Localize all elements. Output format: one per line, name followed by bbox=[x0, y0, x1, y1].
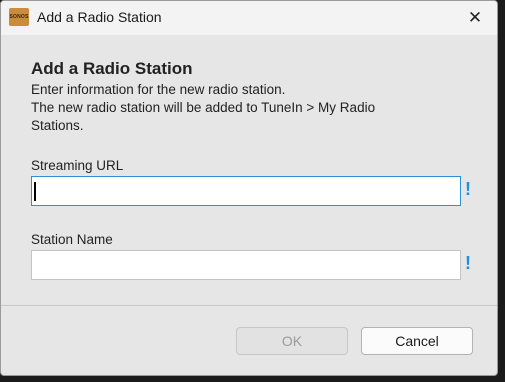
streaming-url-input[interactable] bbox=[31, 176, 461, 206]
description-line-1: Enter information for the new radio stat… bbox=[31, 82, 286, 97]
cancel-button[interactable]: Cancel bbox=[361, 327, 473, 355]
sonos-app-icon: SONOS bbox=[9, 8, 29, 26]
dialog-description: Enter information for the new radio stat… bbox=[31, 81, 471, 135]
required-exclamation-icon: ! bbox=[465, 253, 471, 273]
window-title: Add a Radio Station bbox=[37, 9, 162, 25]
station-name-label: Station Name bbox=[31, 232, 113, 247]
text-caret bbox=[34, 182, 36, 201]
close-icon[interactable]: ✕ bbox=[453, 1, 497, 35]
add-radio-station-dialog: SONOS Add a Radio Station ✕ Add a Radio … bbox=[0, 0, 498, 376]
station-name-input[interactable] bbox=[31, 250, 461, 280]
dialog-heading: Add a Radio Station bbox=[31, 59, 193, 78]
ok-button[interactable]: OK bbox=[236, 327, 348, 355]
streaming-url-label: Streaming URL bbox=[31, 158, 124, 173]
description-line-3: Stations. bbox=[31, 118, 84, 133]
description-line-2: The new radio station will be added to T… bbox=[31, 100, 376, 115]
required-exclamation-icon: ! bbox=[465, 179, 471, 199]
title-bar: SONOS Add a Radio Station ✕ bbox=[1, 1, 497, 35]
footer-divider bbox=[1, 305, 497, 306]
